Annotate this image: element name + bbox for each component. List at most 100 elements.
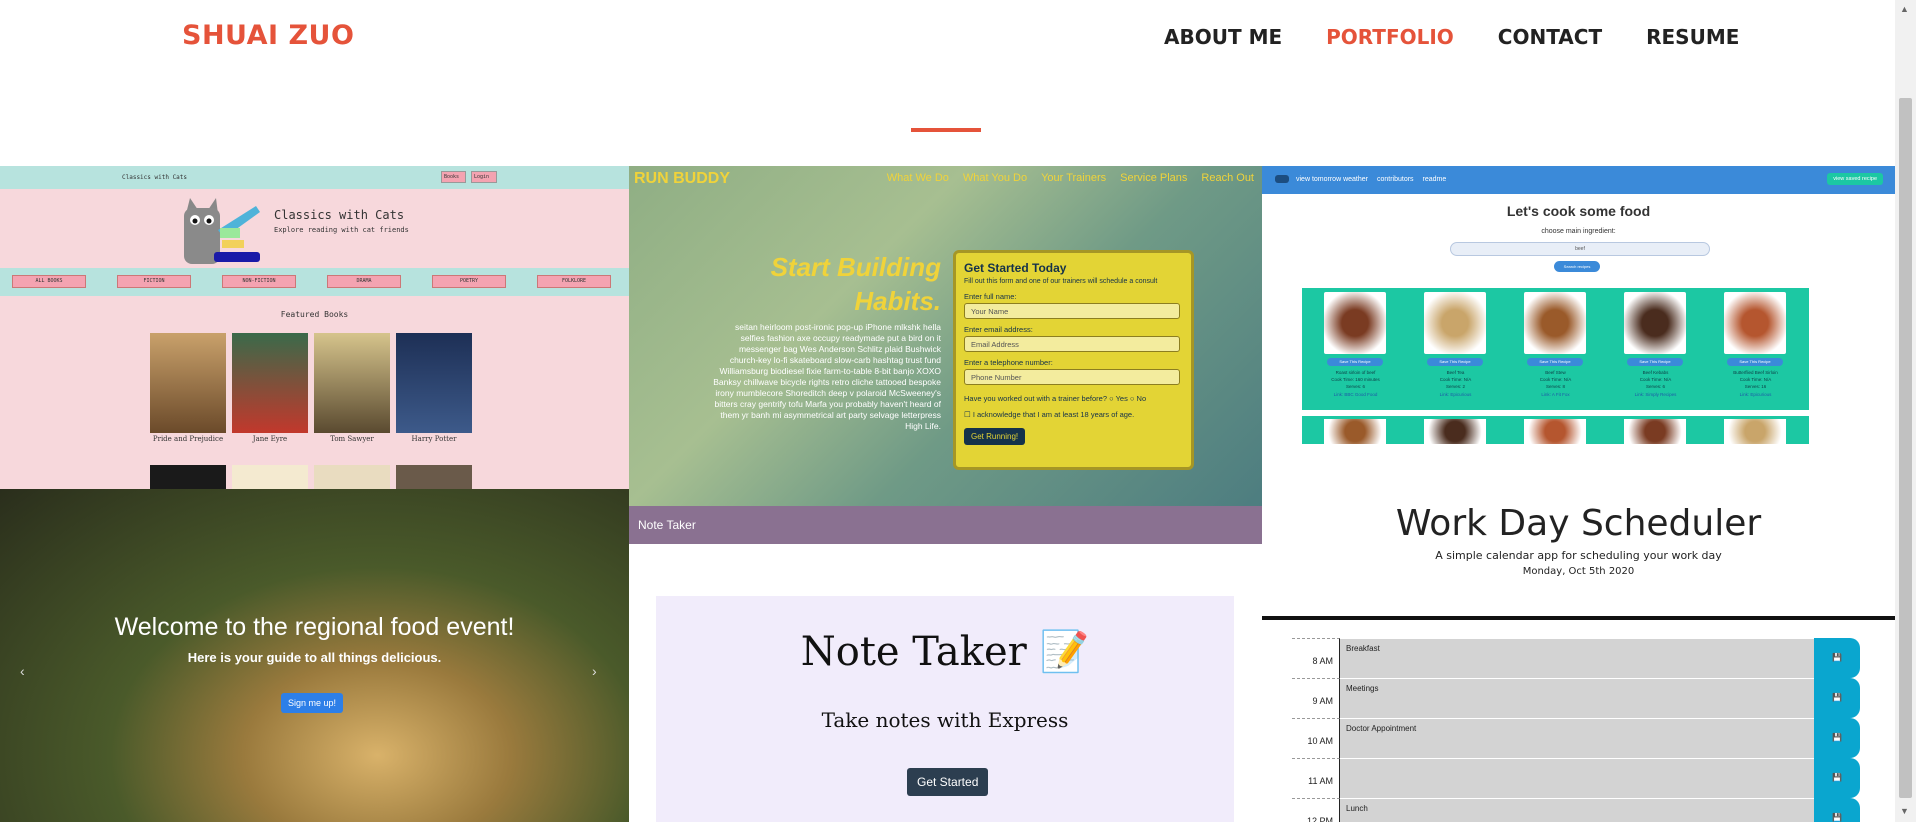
scheduler-divider bbox=[1262, 616, 1895, 620]
rb-name-field: Your Name bbox=[964, 303, 1180, 319]
nav-resume[interactable]: RESUME bbox=[1646, 25, 1739, 49]
hour-label: 8 AM bbox=[1292, 638, 1340, 678]
rb-signup-form: Get Started Today Fill out this form and… bbox=[953, 250, 1194, 470]
scheduler-date: Monday, Oct 5th 2020 bbox=[1522, 566, 1635, 577]
scrollbar-thumb[interactable] bbox=[1899, 98, 1912, 798]
project-tile-scheduler[interactable]: Work Day Scheduler A simple calendar app… bbox=[1262, 448, 1895, 822]
nav-portfolio[interactable]: PORTFOLIO bbox=[1326, 25, 1454, 49]
book-cover-hunger bbox=[150, 465, 226, 489]
recipe-serves: Serves: 16 bbox=[1744, 384, 1767, 389]
nav-contact[interactable]: CONTACT bbox=[1498, 25, 1602, 49]
recipe-image bbox=[1324, 419, 1386, 444]
recipe-link: Link: Epicurious bbox=[1439, 392, 1472, 397]
book-cover-pride bbox=[150, 333, 226, 433]
book-title: Pride and Prejudice bbox=[152, 435, 224, 443]
project-tile-food-event[interactable]: ‹ › Welcome to the regional food event! … bbox=[0, 489, 629, 822]
time-block: 9 AM Meetings 💾 bbox=[1292, 678, 1860, 718]
rb-headline: Start Building Habits. bbox=[770, 252, 941, 316]
rb-nav-item: What We Do bbox=[886, 172, 949, 184]
book-title: Harry Potter bbox=[411, 435, 457, 443]
recipe-card-partial bbox=[1502, 416, 1609, 444]
page-scrollbar[interactable]: ▲ ▼ bbox=[1895, 0, 1916, 822]
food-headline: Welcome to the regional food event! bbox=[114, 613, 515, 641]
recipe-card: Save This Recipe Roast sirloin of beef Coo… bbox=[1302, 288, 1409, 410]
recipes-nav-item: readme bbox=[1422, 176, 1447, 183]
book-cover-sawyer bbox=[314, 333, 390, 433]
recipe-card-partial bbox=[1702, 416, 1809, 444]
category-drama: DRAMA bbox=[327, 275, 401, 288]
brand-logo[interactable]: SHUAI ZUO bbox=[182, 20, 354, 51]
project-tile-classics[interactable]: Classics with Cats Books Login Classics … bbox=[0, 166, 629, 489]
recipes-prompt: choose main ingredient: bbox=[1541, 228, 1616, 235]
project-tile-note-taker[interactable]: Note Taker 📝 Take notes with Express Get… bbox=[629, 544, 1262, 822]
recipe-time: Cook Time: N/A bbox=[1739, 377, 1772, 382]
project-caption-note-taker[interactable]: Note Taker bbox=[629, 506, 1262, 544]
save-recipe-button: Save This Recipe bbox=[1627, 358, 1683, 366]
event-text: Meetings bbox=[1340, 678, 1814, 718]
rb-no-label: No bbox=[1136, 394, 1147, 403]
book-cover-how bbox=[314, 465, 390, 489]
book-cover-potter bbox=[396, 333, 472, 433]
rb-nav-item: Your Trainers bbox=[1041, 172, 1107, 184]
classics-select: Books bbox=[441, 171, 466, 183]
project-tile-run-buddy[interactable]: RUN BUDDY What We Do What You Do Your Tr… bbox=[629, 166, 1262, 506]
recipes-heading: Let's cook some food bbox=[1506, 203, 1651, 219]
time-block: 11 AM 💾 bbox=[1292, 758, 1860, 798]
recipe-image bbox=[1424, 292, 1486, 354]
save-icon: 💾 bbox=[1814, 798, 1860, 822]
recipe-serves: Serves: 2 bbox=[1445, 384, 1465, 389]
save-recipe-button: Save This Recipe bbox=[1427, 358, 1483, 366]
category-all: ALL BOOKS bbox=[12, 275, 86, 288]
recipe-image bbox=[1324, 292, 1386, 354]
run-buddy-logo: RUN BUDDY bbox=[634, 170, 730, 187]
rb-form-title: Get Started Today bbox=[964, 261, 1067, 275]
chevron-right-icon: › bbox=[592, 663, 597, 679]
nav-about-me[interactable]: ABOUT ME bbox=[1164, 25, 1282, 49]
project-tile-recipes[interactable]: view tomorrow weather contributors readm… bbox=[1262, 166, 1895, 448]
recipes-search-input: beef bbox=[1450, 242, 1710, 256]
rb-yes-label: Yes bbox=[1115, 394, 1128, 403]
save-icon: 💾 bbox=[1814, 678, 1860, 718]
rb-phone-label: Enter a telephone number: bbox=[964, 358, 1053, 367]
food-signup-button: Sign me up! bbox=[281, 693, 344, 713]
recipe-link: Link: A Fit Fox bbox=[1541, 392, 1570, 397]
book-title: Tom Sawyer bbox=[330, 435, 374, 443]
book-cover-jane bbox=[232, 333, 308, 433]
rb-form-subtitle: Fill out this form and one of our traine… bbox=[964, 278, 1158, 285]
page: SHUAI ZUO ABOUT ME PORTFOLIO CONTACT RES… bbox=[0, 0, 1916, 822]
event-text: Breakfast bbox=[1340, 638, 1814, 678]
recipe-link: Link: Epicurious bbox=[1739, 392, 1772, 397]
recipe-image bbox=[1524, 292, 1586, 354]
recipe-image bbox=[1524, 419, 1586, 444]
category-fiction: FICTION bbox=[117, 275, 191, 288]
hour-label: 11 AM bbox=[1292, 758, 1340, 798]
scroll-up-icon[interactable]: ▲ bbox=[1900, 4, 1909, 14]
category-folklore: FOLKLORE bbox=[537, 275, 611, 288]
recipe-name: Butterflied Beef Sirloin bbox=[1733, 370, 1778, 375]
category-nonfiction: NON-FICTION bbox=[222, 275, 296, 288]
rb-radio-no-icon: ○ bbox=[1129, 394, 1135, 403]
recipe-name: Roast sirloin of beef bbox=[1335, 370, 1376, 375]
rb-paragraph: seitan heirloom post-ironic pop-up iPhon… bbox=[713, 322, 941, 431]
recipe-image bbox=[1424, 419, 1486, 444]
recipe-card: Save This Recipe Beef Kebabs Cook Time: N/… bbox=[1602, 288, 1709, 410]
save-recipe-button: Save This Recipe bbox=[1527, 358, 1583, 366]
recipe-time: Cook Time: N/A bbox=[1439, 377, 1472, 382]
rb-trainer-question: Have you worked out with a trainer befor… bbox=[964, 394, 1183, 403]
book-cover-then bbox=[396, 465, 472, 489]
time-block: 12 PM Lunch 💾 bbox=[1292, 798, 1860, 822]
rb-nav-item: Service Plans bbox=[1120, 172, 1188, 184]
save-icon: 💾 bbox=[1814, 718, 1860, 758]
rb-submit-button: Get Running! bbox=[964, 428, 1026, 445]
recipe-card-partial bbox=[1302, 416, 1409, 444]
scroll-down-icon[interactable]: ▼ bbox=[1900, 806, 1909, 816]
recipe-serves: Serves: 6 bbox=[1645, 384, 1665, 389]
rb-nav-item: What You Do bbox=[962, 172, 1028, 184]
save-recipe-button: Save This Recipe bbox=[1327, 358, 1383, 366]
saved-recipe-button: view saved recipe bbox=[1827, 173, 1883, 185]
recipe-link: Link: Simply Recipes bbox=[1634, 392, 1677, 397]
rb-email-field: Email Address bbox=[964, 336, 1180, 352]
recipe-serves: Serves: 6 bbox=[1345, 384, 1365, 389]
event-text: Lunch bbox=[1340, 798, 1814, 822]
recipe-image bbox=[1624, 292, 1686, 354]
